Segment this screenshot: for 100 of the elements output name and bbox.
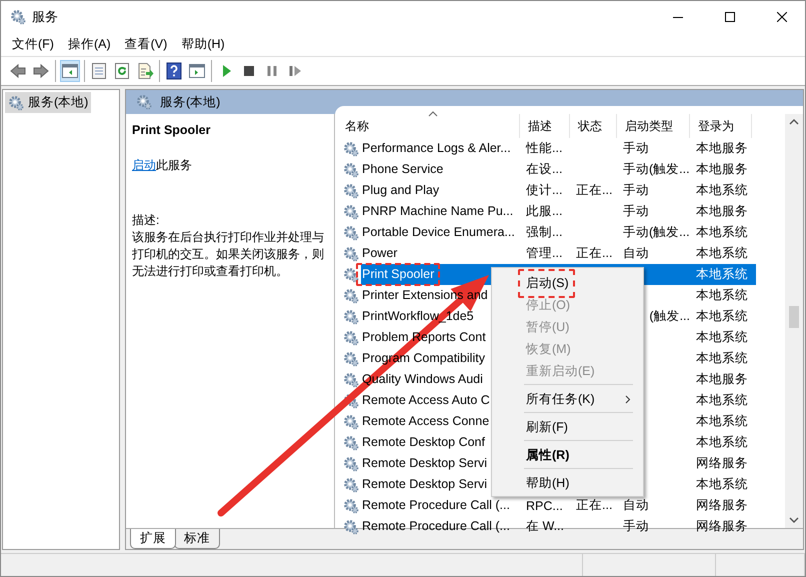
table-cell-text: 本地系统 [695,182,749,199]
gear-icon [136,94,152,110]
table-cell-text: 网络服务 [695,518,749,535]
table-cell-text: 正在... [575,497,614,514]
menu-item[interactable]: 属性(R) [494,444,641,466]
table-cell-text: 正在... [575,245,614,262]
scroll-down-icon [789,516,799,524]
table-cell-text: 本地系统 [695,266,749,283]
gear-icon [343,224,359,240]
panel-icon [61,62,79,80]
table-cell-text: 正在... [575,182,614,199]
table-cell[interactable]: Remote Access Conne [362,413,490,430]
panel-icon [188,62,206,80]
action-sentence: 启动此服务 [132,157,193,174]
column-header[interactable]: 描述 [520,114,570,138]
menu-item[interactable]: 启动(S) [494,272,641,294]
scrollbar[interactable] [785,114,803,528]
table-cell[interactable]: Remote Procedure Call (... [362,518,510,535]
menu-item[interactable]: 操作(A) [60,34,118,55]
close-icon [777,12,787,22]
menu-item[interactable]: 刷新(F) [494,416,641,438]
help-icon [165,62,183,80]
table-cell-text: 手动 [622,140,650,157]
menu-item[interactable]: 所有任务(K) [494,388,641,410]
gear-icon [343,266,359,282]
table-cell-text: 本地系统 [695,476,749,493]
table-cell-text: 网络服务 [695,497,749,514]
table-cell-text: 本地服务 [695,140,749,157]
table-cell[interactable]: Portable Device Enumera... [362,224,515,241]
table-cell-text: 手动 [622,182,650,199]
table-cell[interactable]: Performance Logs & Aler... [362,140,511,157]
gear-icon [343,434,359,450]
gear-icon [343,140,359,156]
gear-icon [343,372,359,388]
table-cell-text: 管理... [525,245,564,262]
table-cell[interactable]: Remote Desktop Servi [362,455,488,472]
table-cell-text: 本地服务 [695,203,749,220]
table-cell-text: 本地系统 [695,287,749,304]
table-cell[interactable]: PNRP Machine Name Pu... [362,203,514,220]
table-cell[interactable]: Phone Service [362,161,444,178]
menu-item[interactable]: 查看(V) [118,34,174,55]
column-header[interactable]: 状态 [570,114,617,138]
table-cell-text: 本地系统 [695,329,749,346]
window-title: 服务 [32,8,58,26]
table-cell-text: 本地系统 [695,224,749,241]
menu-item[interactable]: 文件(F) [5,34,61,55]
start-link[interactable]: 启动 [132,158,156,172]
table-cell-text: 自动 [622,245,650,262]
gear-icon [8,94,24,110]
menu-item[interactable]: 帮助(H) [174,34,232,55]
view-tab[interactable]: 标准 [174,529,220,549]
scrollbar-thumb[interactable] [789,306,799,328]
gear-icon [343,350,359,366]
table-cell[interactable]: Power [362,245,398,262]
gear-icon [10,9,26,25]
table-cell-text: 本地系统 [695,434,749,451]
table-cell[interactable]: Remote Access Auto C [362,392,490,409]
table-cell-text: 网络服务 [695,455,749,472]
gear-icon [343,288,359,304]
table-cell-text: (触发... [648,308,691,325]
gear-icon [343,162,359,178]
table-cell-text: 手动(触发... [622,161,691,178]
table-cell-text: 本地系统 [695,245,749,262]
table-cell-text: 本地服务 [695,161,749,178]
table-cell[interactable]: Remote Desktop Conf [362,434,485,451]
scroll-up-icon [789,118,799,126]
table-cell[interactable]: Remote Procedure Call (... [362,497,510,514]
gear-icon [343,498,359,514]
description-label: 描述: [132,212,160,229]
table-cell-text: 自动 [622,497,650,514]
gear-icon [343,476,359,492]
column-header[interactable]: 登录为 [690,114,752,138]
table-cell-text: 本地系统 [695,413,749,430]
arrow-left-icon [9,62,27,80]
view-tab[interactable]: 扩展 [130,529,176,549]
gear-icon [343,308,359,324]
toolbar-button[interactable] [164,60,184,82]
description-text: 该服务在后台执行打印作业并处理与打印机的交互。如果关闭该服务，则无法进行打印或查看打印机。 [132,229,324,280]
table-cell-text: 手动 [622,518,650,535]
table-cell-text: 在设... [525,161,564,178]
column-header[interactable]: 名称 [337,114,520,138]
pane-title: 服务(本地) [160,94,220,110]
table-cell[interactable]: Print Spooler [356,263,440,286]
table-cell-text: 性能... [524,140,564,157]
table-cell-text: 本地服务 [695,371,749,388]
table-cell[interactable]: Plug and Play [362,182,440,199]
sort-caret-icon [428,111,438,117]
tree-item[interactable]: 服务(本地) [5,92,92,113]
chevron-icon [625,395,631,404]
table-cell[interactable]: Remote Desktop Servi [362,476,488,493]
menu-item[interactable]: 帮助(H) [494,472,641,494]
gear-icon [343,182,359,198]
gear-icon [343,456,359,472]
gear-icon [343,392,359,408]
table-cell-text: 在 W... [525,518,565,535]
gear-icon [343,246,359,262]
column-header[interactable]: 启动类型 [617,114,690,138]
table-cell-text: 本地系统 [695,392,749,409]
table-cell-text: 使计... [525,182,564,199]
table-cell-text: 本地系统 [695,308,749,325]
